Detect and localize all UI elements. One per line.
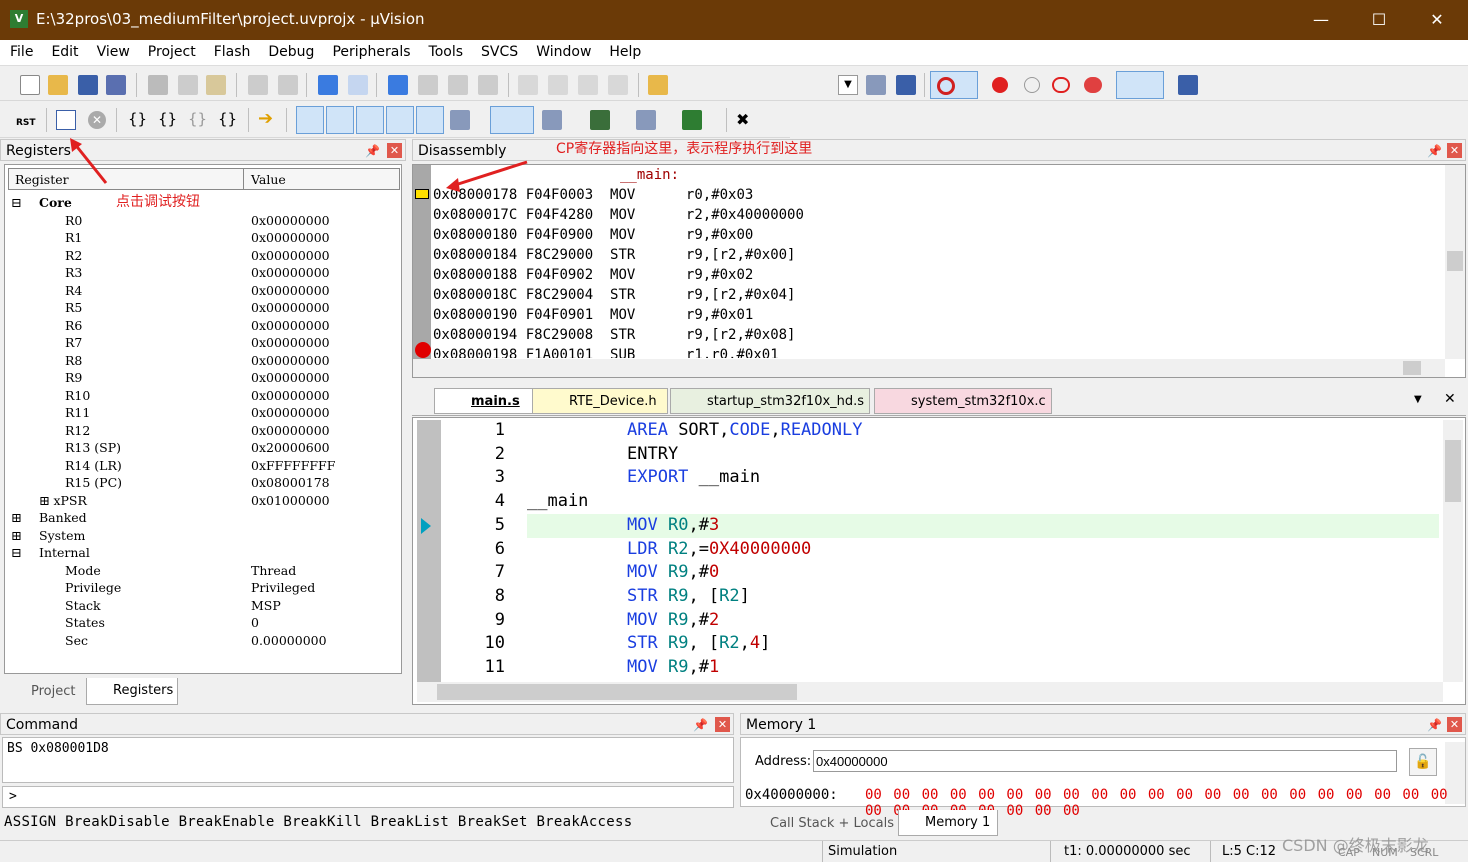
command-output-text: BS 0x080001D8 (7, 741, 109, 756)
status-time: t1: 0.00000000 sec (1064, 844, 1191, 859)
editor-panel: 1 AREA SORT,CODE,READONLY 2 ENTRY 3 EXPORT __… (412, 417, 1466, 705)
code-line[interactable]: EXPORT __main (627, 467, 760, 487)
line-number: 8 (494, 585, 505, 606)
pin-icon[interactable]: 📌 (1427, 718, 1442, 732)
status-position: L:5 C:12 (1222, 844, 1277, 859)
code-line[interactable]: MOV R0,#3 (627, 515, 719, 535)
tab-main-s[interactable]: main.s (434, 388, 542, 414)
line-number: 3 (494, 467, 505, 488)
address-label: Address: (755, 754, 812, 769)
code-line[interactable]: ENTRY (627, 444, 678, 464)
code-line[interactable]: LDR R2,=0X40000000 (627, 539, 811, 559)
editor-vscroll-thumb[interactable] (1445, 440, 1461, 502)
line-number: 7 (494, 562, 505, 583)
tab-startup[interactable]: startup_stm32f10x_hd.s (670, 388, 870, 414)
code-line[interactable]: __main (527, 491, 588, 511)
close-icon[interactable]: ✕ (1444, 391, 1456, 407)
line-number: 2 (494, 443, 505, 464)
command-prompt: > (9, 789, 17, 804)
code-line[interactable]: STR R9, [R2,4] (627, 633, 770, 653)
editor-hscroll-thumb[interactable] (437, 684, 797, 700)
line-number: 6 (494, 538, 505, 559)
line-number: 9 (494, 609, 505, 630)
command-hint: ASSIGN BreakDisable BreakEnable BreakKil… (4, 814, 633, 830)
tab-call-stack[interactable]: Call Stack + Locals (746, 812, 896, 836)
close-icon[interactable]: ✕ (715, 717, 730, 732)
command-output: BS 0x080001D8 (2, 737, 734, 783)
memory-title: Memory 1 (746, 717, 817, 733)
tab-rte-device-h[interactable]: RTE_Device.h (532, 388, 668, 414)
line-number: 1 (494, 420, 505, 440)
code-line[interactable]: MOV R9,#0 (627, 562, 719, 582)
tab-system-c[interactable]: system_stm32f10x.c (874, 388, 1052, 414)
code-line[interactable]: AREA SORT,CODE,READONLY (627, 420, 862, 440)
memory-panel-header: Memory 1 📌 ✕ (740, 713, 1466, 735)
memory-panel: Address: 🔓 0x40000000: 00 00 00 00 00 00… (740, 737, 1466, 819)
line-number: 10 (484, 633, 505, 654)
line-number: 11 (484, 657, 505, 677)
code-line[interactable]: STR R9, [R2] (627, 586, 750, 606)
editor-tabs-bar: main.s RTE_Device.h startup_stm32f10x_hd… (412, 386, 1466, 416)
line-number: 4 (494, 491, 505, 512)
tab-memory-1[interactable]: Memory 1 (898, 810, 998, 836)
watermark: CSDN @终极末影龙 (1282, 836, 1429, 855)
memory-row-address: 0x40000000: (745, 787, 838, 803)
current-line-arrow-icon (421, 518, 431, 534)
close-icon[interactable]: ✕ (1447, 717, 1462, 732)
editor-gutter (417, 420, 441, 682)
status-mode: Simulation (828, 844, 898, 859)
line-number: 5 (494, 514, 505, 535)
command-panel-header: Command 📌 ✕ (0, 713, 734, 735)
pin-icon[interactable]: 📌 (693, 718, 708, 732)
command-input[interactable]: > (2, 786, 734, 808)
tabs-dropdown-icon[interactable]: ▼ (1414, 394, 1422, 405)
address-input[interactable] (813, 750, 1397, 772)
code-line[interactable]: MOV R9,#2 (627, 610, 719, 630)
command-title: Command (6, 717, 78, 733)
arrow-to-debug (72, 142, 108, 184)
arrow-to-pc (451, 160, 528, 188)
lock-icon[interactable]: 🔓 (1409, 748, 1437, 776)
status-bar: Simulation t1: 0.00000000 sec L:5 C:12 C… (0, 840, 1468, 862)
code-line[interactable]: MOV R9,#1 (627, 657, 719, 677)
